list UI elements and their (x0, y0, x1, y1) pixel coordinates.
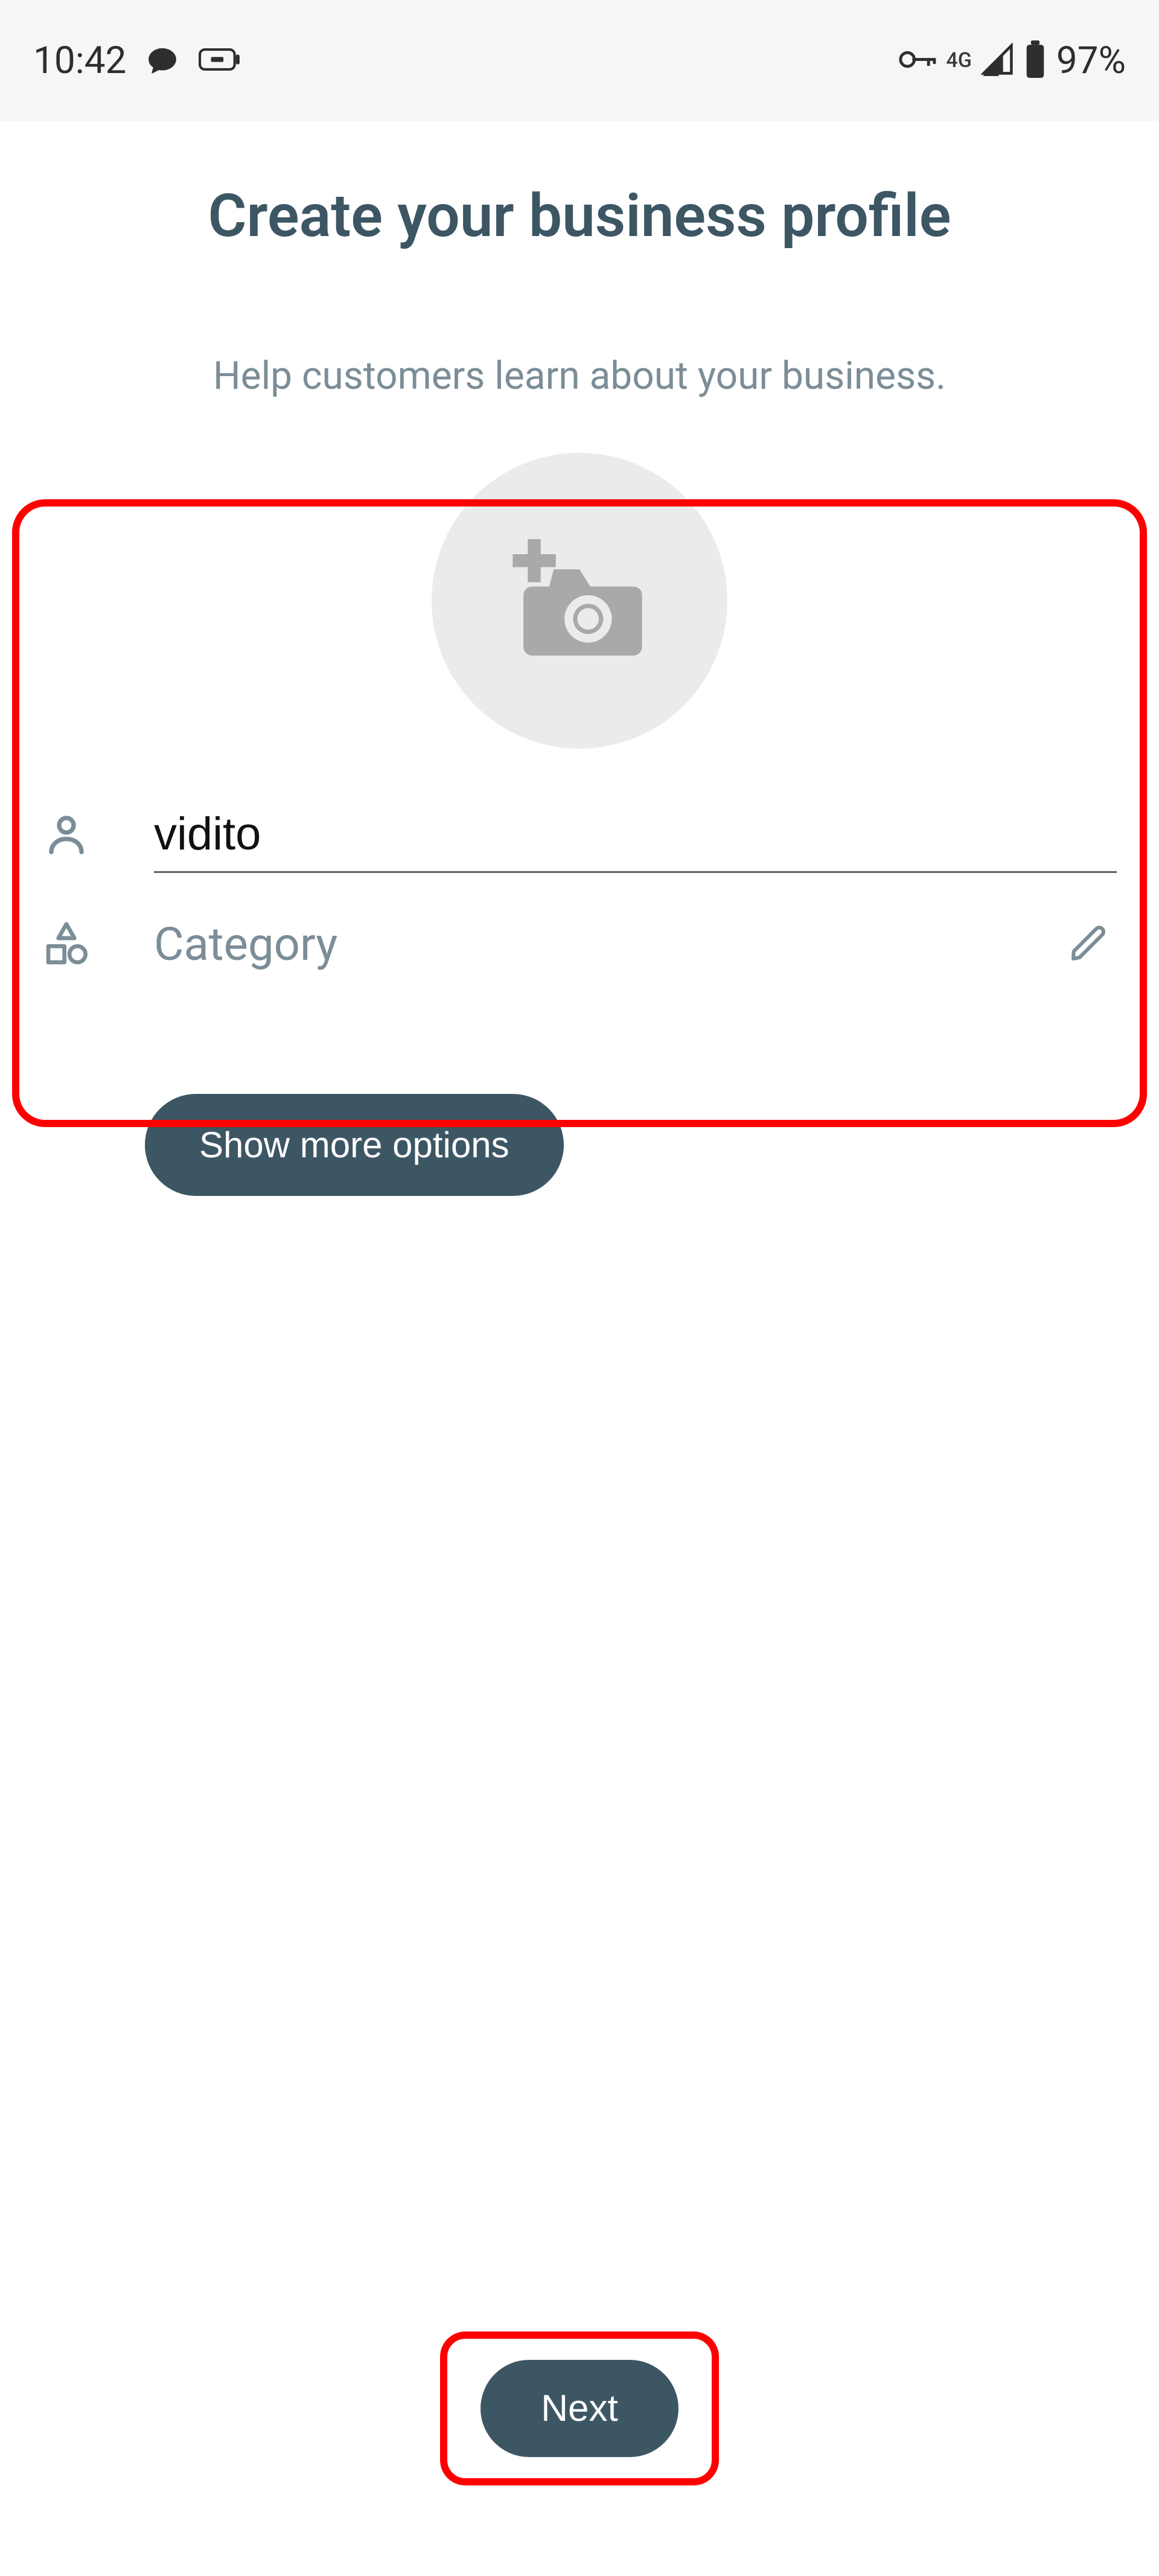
status-time: 10:42 (33, 39, 126, 83)
show-more-options-button[interactable]: Show more options (145, 1094, 564, 1196)
main-content: Create your business profile Help custom… (0, 121, 1159, 2576)
avatar-wrap (36, 453, 1123, 749)
business-name-row (36, 797, 1123, 873)
vpn-key-icon (898, 49, 937, 72)
bottom-area: Next (0, 2332, 1159, 2485)
category-field[interactable]: Category (154, 906, 1003, 982)
annotation-highlight-next-button: Next (440, 2332, 718, 2485)
chat-bubble-icon (144, 44, 180, 77)
next-button[interactable]: Next (481, 2360, 678, 2457)
network-label: 4G (946, 48, 971, 72)
battery-percent: 97% (1056, 39, 1126, 83)
battery-icon (1023, 40, 1047, 80)
category-shapes-icon (42, 920, 91, 968)
category-row: Category (36, 906, 1123, 982)
page-subtitle: Help customers learn about your business… (0, 353, 1159, 398)
show-more-wrap: Show more options (0, 1094, 1159, 1196)
pencil-icon[interactable] (1066, 922, 1110, 966)
page-title: Create your business profile (0, 181, 1159, 251)
add-photo-icon (510, 539, 649, 662)
status-left: 10:42 (33, 39, 241, 83)
status-bar: 10:42 4G (0, 0, 1159, 121)
battery-indicator-icon (199, 48, 241, 72)
person-icon (42, 811, 91, 859)
status-right: 4G 97% (898, 39, 1126, 83)
signal-icon (981, 43, 1014, 78)
profile-block: Category (0, 447, 1159, 982)
add-profile-photo[interactable] (432, 453, 727, 749)
business-name-input[interactable] (154, 797, 1117, 873)
